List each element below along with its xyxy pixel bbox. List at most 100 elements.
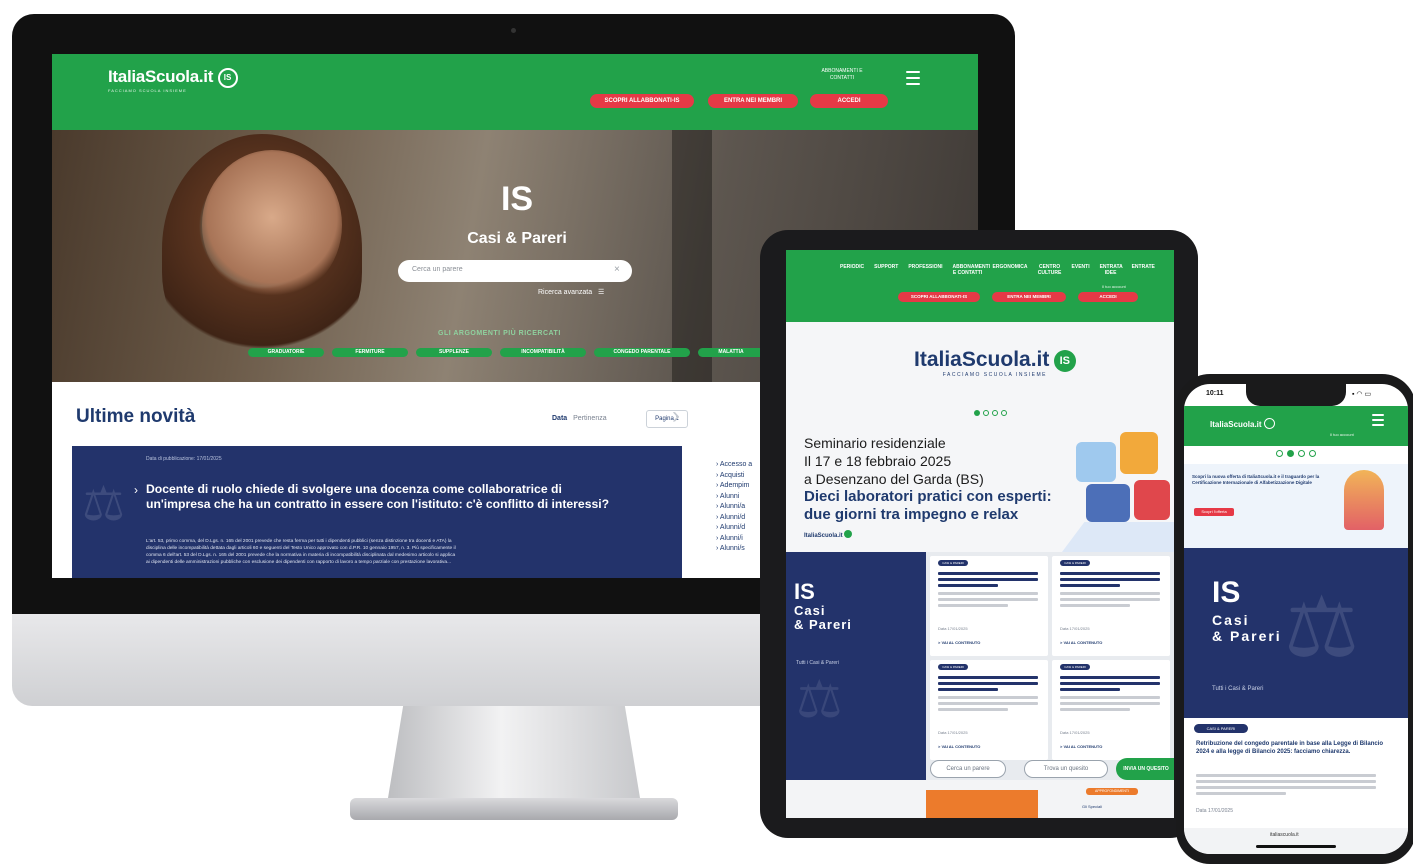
tablet-cta-button[interactable]: INVIA UN QUESITO [1116, 758, 1174, 780]
topic-chip[interactable]: INCOMPATIBILITÀ [500, 348, 586, 357]
case-card[interactable]: CASI & PARERI Data 17/01/2025 > VAI AL C… [930, 556, 1048, 656]
phone-promo-button[interactable]: Scopri l'offerta [1194, 508, 1234, 516]
phone-badge-icon [1263, 418, 1275, 429]
excerpt-line: L'art. 53, primo comma, del D.Lgs. n. 16… [146, 539, 452, 544]
case-card-date: Data 17/01/2025 [1060, 626, 1090, 631]
category-link[interactable]: › Alunni/a [716, 502, 752, 513]
case-card-link[interactable]: > VAI AL CONTENUTO [938, 640, 980, 645]
phone-card-title[interactable]: Retribuzione del congedo parentale in ba… [1196, 740, 1392, 756]
hero-search-input[interactable]: Cerca un parere × [398, 260, 632, 282]
sort-relevance-option[interactable]: Pertinenza [573, 415, 606, 422]
phone-casi-title: Casi & Pareri [1212, 612, 1282, 644]
category-link[interactable]: › Accesso a [716, 460, 752, 471]
category-link[interactable]: › Alunni/d [716, 513, 752, 524]
tablet-account-hint[interactable]: Il tuo account [1102, 284, 1126, 289]
seminar-line: a Desenzano del Garda (BS) [804, 471, 984, 487]
hamburger-menu-icon[interactable] [906, 71, 920, 89]
excerpt-line: comma 6 dell'art. 53 del D.Lgs. n. 165 d… [146, 553, 456, 558]
hero-subtitle: Casi & Pareri [467, 230, 567, 247]
carousel-dot[interactable] [1298, 450, 1305, 457]
seminar-highlight: Dieci laboratori pratici con esperti: [804, 488, 1052, 505]
phone-url-bar[interactable]: italiascuola.it [1184, 828, 1408, 854]
case-card[interactable]: CASI & PARERI Data 17/01/2025 > VAI AL C… [1052, 556, 1170, 656]
phone-casi-link[interactable]: Tutti i Casi & Pareri [1212, 686, 1263, 692]
phone-carousel-dots [1276, 450, 1316, 457]
desktop-logo[interactable]: ItaliaScuola.it IS FACCIAMO SCUOLA INSIE… [108, 67, 238, 93]
topic-chip[interactable]: MALATTIA [698, 348, 764, 357]
carousel-dot[interactable] [1287, 450, 1294, 457]
case-card-link[interactable]: > VAI AL CONTENUTO [938, 744, 980, 749]
phone-card-date: Data 17/01/2025 [1196, 808, 1233, 814]
members-button[interactable]: ENTRA NEI MEMBRI [708, 94, 798, 108]
puzzle-piece-illustration [1076, 442, 1116, 482]
advanced-search-link[interactable]: Ricerca avanzata ☰ [538, 288, 604, 296]
search-clear-icon[interactable]: × [614, 264, 620, 275]
topic-chip[interactable]: SUPPLENZE [416, 348, 492, 357]
carousel-dot[interactable] [974, 410, 980, 416]
category-link[interactable]: › Alunni/d [716, 523, 752, 534]
tablet-logo[interactable]: ItaliaScuola.it IS FACCIAMO SCUOLA INSIE… [914, 348, 1076, 378]
topic-chip[interactable]: CONGEDO PARENTALE [594, 348, 690, 357]
carousel-dot[interactable] [1276, 450, 1283, 457]
puzzle-piece-illustration [1086, 484, 1130, 522]
tablet-nav-item[interactable]: ENTRATE [1132, 264, 1155, 276]
tablet-members-button[interactable]: ENTRA NEI MEMBRI [992, 292, 1066, 302]
case-card[interactable]: CASI & PARERI Data 17/01/2025 > VAI AL C… [930, 660, 1048, 760]
next-page-chevron-icon[interactable]: › [672, 404, 680, 428]
hero-photo-face [202, 150, 342, 300]
phone-logo[interactable]: ItaliaScuola.it [1210, 418, 1275, 429]
phone-case-card[interactable]: CASI & PARERI Retribuzione del congedo p… [1194, 724, 1398, 834]
phone-account-link[interactable]: Il tuo account [1330, 432, 1354, 437]
subscribe-button[interactable]: SCOPRI ALLABBONATI-IS [590, 94, 694, 108]
tablet-nav-item[interactable]: CENTRO CULTURE [1038, 264, 1062, 276]
topic-chip[interactable]: GRADUATORIE [248, 348, 324, 357]
approfondimenti-badge[interactable]: APPROFONDIMENTI [1086, 788, 1138, 795]
seminar-promo[interactable]: Seminario residenziale Il 17 e 18 febbra… [804, 434, 1054, 539]
article-card[interactable]: ⚖ Data di pubblicazione: 17/01/2025 › Do… [72, 446, 682, 578]
case-card[interactable]: CASI & PARERI Data 17/01/2025 > VAI AL C… [1052, 660, 1170, 760]
carousel-dot[interactable] [992, 410, 998, 416]
tablet-search-pill[interactable]: Cerca un parere [930, 760, 1006, 778]
phone-promo-text: Scopri la nuova offerta di ItaliaScuola.… [1192, 474, 1320, 485]
seminar-brand: ItaliaScuola.it [804, 530, 1054, 539]
hero-title: IS [500, 180, 534, 218]
carousel-dot[interactable] [1309, 450, 1316, 457]
tablet-login-button[interactable]: ACCEDI [1078, 292, 1138, 302]
article-excerpt: L'art. 53, primo comma, del D.Lgs. n. 16… [146, 538, 671, 566]
case-card-date: Data 17/01/2025 [1060, 730, 1090, 735]
home-indicator[interactable] [1256, 845, 1336, 848]
category-link[interactable]: › Alunni/i [716, 534, 752, 545]
tablet-nav-item[interactable]: PERIODIC [840, 264, 864, 276]
scales-icon: ⚖ [1284, 580, 1360, 674]
orange-feature-block[interactable] [926, 790, 1038, 818]
tablet-nav-item[interactable]: ABBONAMENTI E CONTATTI [953, 264, 991, 276]
tablet-nav-item[interactable]: ERGONOMICA [993, 264, 1028, 276]
article-title[interactable]: Docente di ruolo chiede di svolgere una … [146, 482, 626, 511]
seminar-line: Seminario residenziale [804, 435, 946, 451]
category-link[interactable]: › Alunni [716, 492, 752, 503]
category-link[interactable]: › Adempim [716, 481, 752, 492]
case-card-link[interactable]: > VAI AL CONTENUTO [1060, 640, 1102, 645]
tablet-nav-item[interactable]: EVENTI [1072, 264, 1090, 276]
phone-menu-icon[interactable] [1372, 414, 1384, 430]
tablet-subscribe-button[interactable]: SCOPRI ALLABBONATI-IS [898, 292, 980, 302]
tablet-casi-link[interactable]: Tutti i Casi & Pareri [796, 660, 839, 666]
case-card-link[interactable]: > VAI AL CONTENUTO [1060, 744, 1102, 749]
login-button[interactable]: ACCEDI [810, 94, 888, 108]
category-link[interactable]: › Alunni/s [716, 544, 752, 555]
case-card-date: Data 17/01/2025 [938, 626, 968, 631]
small-badge-icon [844, 530, 853, 538]
pagination-select[interactable]: Pagina 1 [646, 410, 688, 428]
sort-date-option[interactable]: Data [552, 415, 567, 422]
tablet-nav-item[interactable]: SUPPORT [874, 264, 898, 276]
tablet-nav-item[interactable]: PROFESSIONI [908, 264, 942, 276]
carousel-dot[interactable] [983, 410, 989, 416]
tablet-nav-item[interactable]: ENTRATA IDEE [1100, 264, 1123, 276]
header-contacts-link[interactable]: ABBONAMENTI E CONTATTI [812, 68, 872, 82]
specials-link[interactable]: Gli Speciali [1082, 804, 1102, 809]
phone-promo-banner[interactable]: Scopri la nuova offerta di ItaliaScuola.… [1184, 464, 1408, 548]
topic-chip[interactable]: FERMITURE [332, 348, 408, 357]
carousel-dot[interactable] [1001, 410, 1007, 416]
tablet-question-pill[interactable]: Trova un quesito [1024, 760, 1108, 778]
category-link[interactable]: › Acquisti [716, 471, 752, 482]
